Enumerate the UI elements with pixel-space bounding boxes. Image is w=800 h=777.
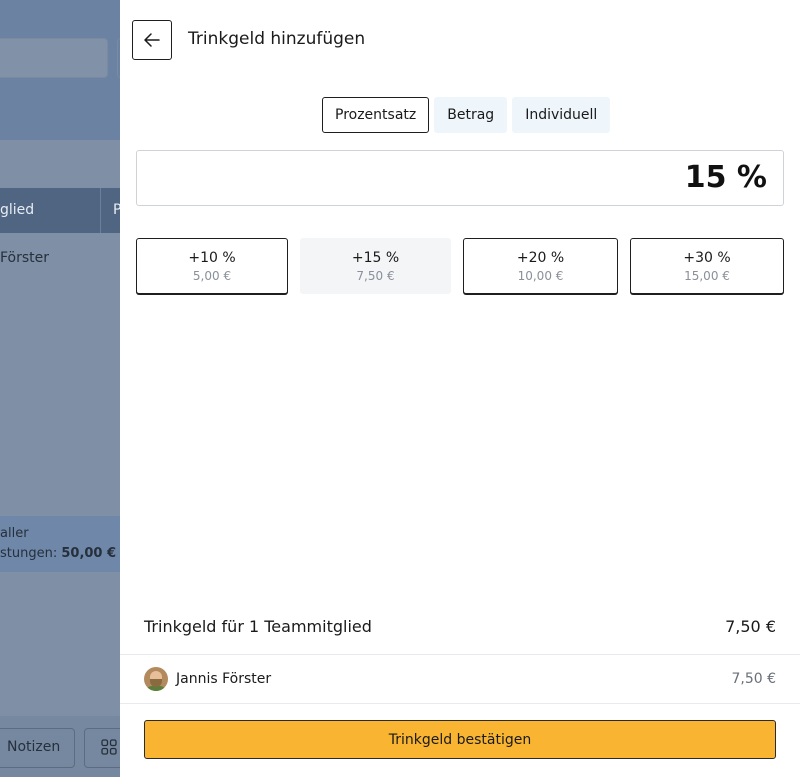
- tip-presets: +10 % 5,00 € +15 % 7,50 € +20 % 10,00 € …: [136, 238, 784, 294]
- background-table-header: glied P: [0, 188, 120, 233]
- tip-amount-input[interactable]: 15 %: [136, 150, 784, 206]
- preset-amount: 7,50 €: [356, 269, 395, 283]
- preset-30-button[interactable]: +30 % 15,00 €: [630, 238, 784, 294]
- drawer-title: Trinkgeld hinzufügen: [188, 29, 366, 49]
- background-column-header: P: [113, 202, 120, 218]
- background-column-divider: [100, 188, 101, 233]
- tip-mode-tabs: Prozentsatz Betrag Individuell: [322, 97, 611, 133]
- team-member-name: Jannis Förster: [176, 671, 272, 687]
- preset-percent: +30 %: [683, 250, 731, 266]
- preset-amount: 5,00 €: [192, 269, 232, 283]
- background-summary-total-value: 50,00 €: [61, 546, 117, 561]
- background-summary-total: stungen: 50,00 €: [0, 546, 116, 561]
- preset-percent: +15 %: [351, 250, 400, 266]
- background-summary-total-label: stungen:: [0, 546, 58, 561]
- preset-percent: +10 %: [188, 250, 236, 266]
- tip-summary-label: Trinkgeld für 1 Teammitglied: [144, 617, 372, 636]
- tip-drawer: Trinkgeld hinzufügen Prozentsatz Betrag …: [120, 0, 800, 777]
- background-column-header: glied: [0, 202, 35, 218]
- tab-custom[interactable]: Individuell: [512, 97, 611, 133]
- tab-percentage[interactable]: Prozentsatz: [322, 97, 430, 133]
- avatar: [144, 667, 168, 691]
- grid-icon: [101, 739, 117, 755]
- tip-summary: Trinkgeld für 1 Teammitglied 7,50 €: [144, 617, 776, 636]
- preset-20-button[interactable]: +20 % 10,00 €: [463, 238, 618, 294]
- background-overlay: glied P Förster aller stungen: 50,00 € N…: [0, 0, 120, 777]
- divider: [120, 654, 800, 655]
- background-summary-line: aller: [0, 526, 29, 541]
- background-grid-button: [84, 728, 120, 768]
- background-row-name: Förster: [0, 250, 50, 266]
- confirm-tip-button[interactable]: Trinkgeld bestätigen: [144, 720, 776, 759]
- background-search-input: [0, 38, 108, 78]
- background-summary: aller stungen: 50,00 €: [0, 516, 120, 572]
- team-member-amount: 7,50 €: [731, 671, 776, 687]
- preset-10-button[interactable]: +10 % 5,00 €: [136, 238, 288, 294]
- preset-percent: +20 %: [516, 250, 565, 266]
- team-member-row: Jannis Förster 7,50 €: [144, 667, 776, 691]
- tip-amount-value: 15 %: [684, 160, 767, 195]
- preset-15-button[interactable]: +15 % 7,50 €: [300, 238, 451, 294]
- preset-amount: 15,00 €: [684, 269, 730, 283]
- divider: [120, 703, 800, 704]
- arrow-left-icon: [144, 33, 160, 47]
- back-button[interactable]: [132, 20, 172, 60]
- background-notes-button: Notizen: [0, 728, 75, 768]
- tab-amount[interactable]: Betrag: [434, 97, 508, 133]
- preset-amount: 10,00 €: [517, 269, 564, 283]
- tip-summary-value: 7,50 €: [725, 617, 776, 636]
